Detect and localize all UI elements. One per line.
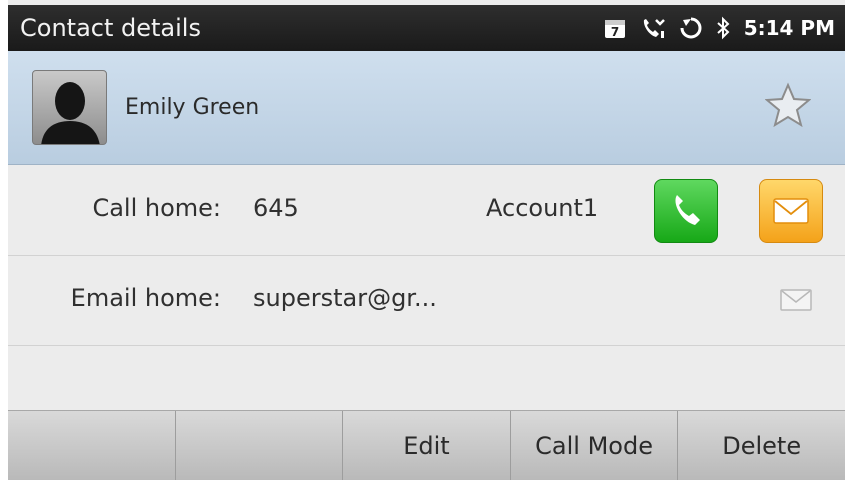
- avatar[interactable]: [32, 70, 107, 145]
- person-silhouette-icon: [41, 82, 100, 144]
- softkey-bar: Edit Call Mode Delete: [8, 410, 845, 480]
- envelope-icon: [773, 198, 809, 224]
- email-row[interactable]: Email home: superstar@gr...: [8, 256, 845, 346]
- call-mode-button[interactable]: Call Mode: [511, 411, 679, 480]
- status-bar: Contact details 7 5:14 PM: [8, 5, 845, 51]
- call-number[interactable]: 645: [253, 194, 299, 222]
- message-button[interactable]: [759, 179, 823, 243]
- call-button[interactable]: [654, 179, 718, 243]
- contact-header: Emily Green: [8, 51, 845, 165]
- empty-row: [8, 346, 845, 410]
- call-row: Call home: 645 Account1: [8, 166, 845, 256]
- left-edge: [0, 0, 8, 480]
- contact-name: Emily Green: [125, 95, 260, 120]
- calendar-day: 7: [611, 25, 619, 39]
- clock: 5:14 PM: [743, 16, 835, 40]
- phone-icon: [675, 195, 700, 225]
- email-icon[interactable]: [780, 288, 812, 316]
- softkey-1[interactable]: [8, 411, 176, 480]
- status-icons: 7 5:14 PM: [604, 16, 835, 40]
- sync-icon: [680, 17, 702, 39]
- star-outline-icon[interactable]: [764, 82, 812, 132]
- email-address[interactable]: superstar@gr...: [253, 284, 437, 312]
- delete-button[interactable]: Delete: [678, 411, 845, 480]
- missed-call-icon: [640, 16, 666, 40]
- calendar-icon: 7: [604, 17, 626, 39]
- screen-title: Contact details: [20, 14, 201, 42]
- bluetooth-icon: [716, 16, 730, 40]
- call-label: Call home:: [92, 194, 221, 222]
- call-account: Account1: [486, 194, 599, 222]
- email-label: Email home:: [70, 284, 221, 312]
- softkey-2[interactable]: [176, 411, 344, 480]
- edit-button[interactable]: Edit: [343, 411, 511, 480]
